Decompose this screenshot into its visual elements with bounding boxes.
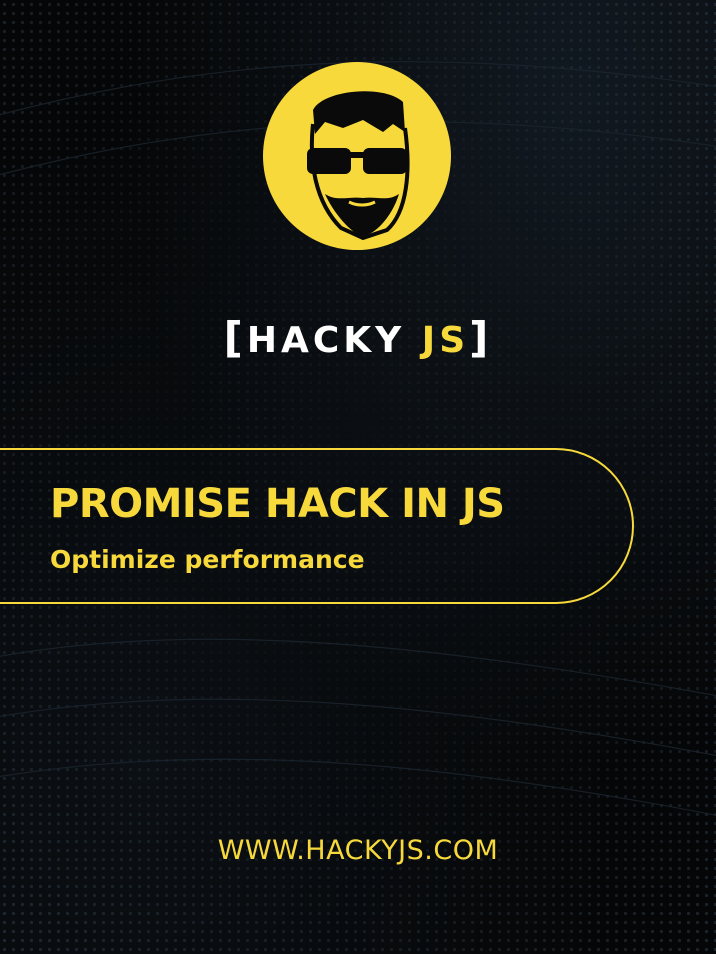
banner-subtitle: Optimize performance <box>50 545 365 574</box>
brand-close-bracket: ] <box>469 313 493 362</box>
brand-open-bracket: [ <box>223 313 247 362</box>
banner-title: PROMISE HACK IN JS <box>50 481 505 527</box>
cartoon-face-sunglasses-icon <box>263 62 451 250</box>
brand-name-part2: JS <box>421 320 470 361</box>
brand-name-part1: HACKY <box>246 320 422 361</box>
website-url: WWW.HACKYJS.COM <box>217 835 499 866</box>
poster: [HACKY JS] PROMISE HACK IN JS Optimize p… <box>0 0 716 954</box>
brand-logo-text: [HACKY JS] <box>0 312 716 367</box>
